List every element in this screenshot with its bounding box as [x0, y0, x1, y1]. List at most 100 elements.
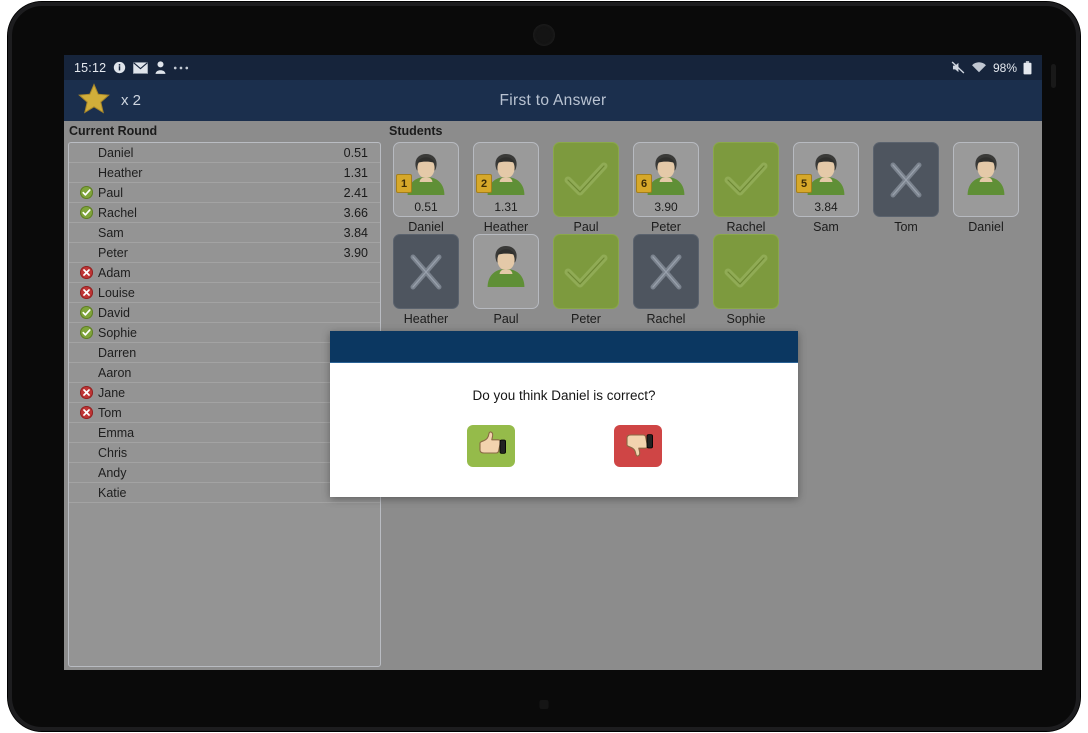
thumbs-up-icon — [474, 429, 508, 464]
round-list-row[interactable]: Peter 3.90 — [69, 243, 380, 263]
page-title: First to Answer — [499, 91, 607, 109]
battery-percent: 98% — [992, 60, 1017, 75]
dialog-button-row — [466, 425, 662, 467]
rank-badge: 5 — [797, 175, 811, 192]
status-bar-left-group: 15:12 — [74, 61, 189, 75]
student-cell[interactable]: 5 3.84 Sam — [786, 142, 866, 234]
round-list-time: 2.41 — [343, 185, 368, 200]
front-camera-icon — [533, 24, 555, 46]
home-button[interactable] — [539, 700, 549, 709]
star-score-badge: x 2 — [64, 82, 142, 119]
student-avatar-tile[interactable]: 1 0.51 — [393, 142, 459, 217]
round-list-name: Adam — [98, 265, 131, 280]
wrong-icon — [80, 406, 93, 419]
round-list-row[interactable]: Heather 1.31 — [69, 163, 380, 183]
student-cell[interactable]: Tom — [866, 142, 946, 234]
mail-icon — [133, 61, 149, 74]
round-list-time: 3.66 — [343, 205, 368, 220]
student-name-label: Rachel — [726, 220, 766, 234]
round-list-name: Emma — [98, 425, 135, 440]
student-tile-time: 0.51 — [414, 200, 438, 214]
status-time: 15:12 — [74, 60, 107, 75]
student-tile-time: 3.84 — [814, 200, 838, 214]
mute-icon — [951, 61, 965, 74]
student-cell[interactable]: 6 3.90 Peter — [626, 142, 706, 234]
correct-icon — [80, 326, 93, 339]
student-name-label: Peter — [571, 312, 601, 326]
round-list-row[interactable]: Adam — [69, 263, 380, 283]
student-cell[interactable]: 1 0.51 Daniel — [386, 142, 466, 234]
correct-icon — [80, 186, 93, 199]
student-correct-tile[interactable] — [553, 234, 619, 309]
student-name-label: Heather — [403, 312, 449, 326]
wrong-icon — [80, 286, 93, 299]
student-avatar-tile[interactable]: 6 3.90 — [633, 142, 699, 217]
app-title-bar: x 2 First to Answer — [64, 80, 1042, 121]
round-list-name: Chris — [98, 445, 128, 460]
student-name-label: Peter — [651, 220, 681, 234]
student-absent-tile[interactable] — [393, 234, 459, 309]
student-name-label: Heather — [483, 220, 529, 234]
student-name-label: Sam — [813, 220, 839, 234]
student-absent-tile[interactable] — [633, 234, 699, 309]
student-name-label: Daniel — [408, 220, 444, 234]
student-absent-tile[interactable] — [873, 142, 939, 217]
main-content: Current Round Students Daniel 0.51 Heather… — [64, 121, 1042, 670]
dialog-message: Do you think Daniel is correct? — [472, 388, 656, 403]
student-cell[interactable]: Paul — [546, 142, 626, 234]
round-list-row[interactable]: Louise — [69, 283, 380, 303]
speaker-slot — [1051, 64, 1056, 88]
round-list-time: 1.31 — [343, 165, 368, 180]
battery-icon — [1023, 60, 1032, 75]
round-list-name: Daniel — [98, 145, 134, 160]
student-correct-tile[interactable] — [553, 142, 619, 217]
round-list-row[interactable]: Daniel 0.51 — [69, 143, 380, 163]
info-icon — [113, 61, 126, 74]
round-list-row[interactable]: Paul 2.41 — [69, 183, 380, 203]
tablet-device-frame: 15:12 98% x 2 First to Answer Current Ro… — [8, 2, 1080, 731]
status-bar-right-group: 98% — [951, 61, 1032, 75]
round-list-name: Peter — [98, 245, 128, 260]
round-list-time: 0.51 — [343, 145, 368, 160]
overflow-icon[interactable] — [173, 65, 189, 71]
student-name-label: Sophie — [726, 312, 766, 326]
student-cell[interactable]: Rachel — [626, 234, 706, 326]
student-tile-time: 3.90 — [654, 200, 678, 214]
student-cell[interactable]: Heather — [386, 234, 466, 326]
student-cell[interactable]: Daniel — [946, 142, 1026, 234]
student-avatar-tile[interactable]: 2 1.31 — [473, 142, 539, 217]
star-count-label: x 2 — [121, 92, 142, 109]
rank-badge: 1 — [397, 175, 411, 192]
confirm-dialog: Do you think Daniel is correct? — [330, 331, 798, 497]
student-avatar-tile[interactable] — [953, 142, 1019, 217]
rank-badge: 2 — [477, 175, 491, 192]
round-list-name: Aaron — [98, 365, 132, 380]
student-tile-time: 1.31 — [494, 200, 518, 214]
student-correct-tile[interactable] — [713, 234, 779, 309]
current-round-header: Current Round — [69, 124, 158, 138]
thumbs-down-icon — [621, 429, 655, 464]
student-cell[interactable]: Paul — [466, 234, 546, 326]
round-list-name: Paul — [98, 185, 124, 200]
round-list-name: Sam — [98, 225, 124, 240]
student-name-label: Daniel — [968, 220, 1004, 234]
thumbs-down-button[interactable] — [613, 425, 662, 467]
student-correct-tile[interactable] — [713, 142, 779, 217]
student-cell[interactable]: 2 1.31 Heather — [466, 142, 546, 234]
round-list-row[interactable]: Sam 3.84 — [69, 223, 380, 243]
round-list-row[interactable]: Rachel 3.66 — [69, 203, 380, 223]
student-name-label: Paul — [573, 220, 599, 234]
student-cell[interactable]: Rachel — [706, 142, 786, 234]
round-list-name: Rachel — [98, 205, 137, 220]
round-list-row[interactable]: David — [69, 303, 380, 323]
thumbs-up-button[interactable] — [466, 425, 515, 467]
dialog-body: Do you think Daniel is correct? — [330, 363, 798, 497]
student-cell[interactable]: Sophie — [706, 234, 786, 326]
student-cell[interactable]: Peter — [546, 234, 626, 326]
student-avatar-tile[interactable] — [473, 234, 539, 309]
student-avatar-tile[interactable]: 5 3.84 — [793, 142, 859, 217]
student-name-label: Paul — [493, 312, 519, 326]
round-list-name: Andy — [98, 465, 127, 480]
student-name-label: Tom — [894, 220, 918, 234]
round-list-time: 3.84 — [343, 225, 368, 240]
